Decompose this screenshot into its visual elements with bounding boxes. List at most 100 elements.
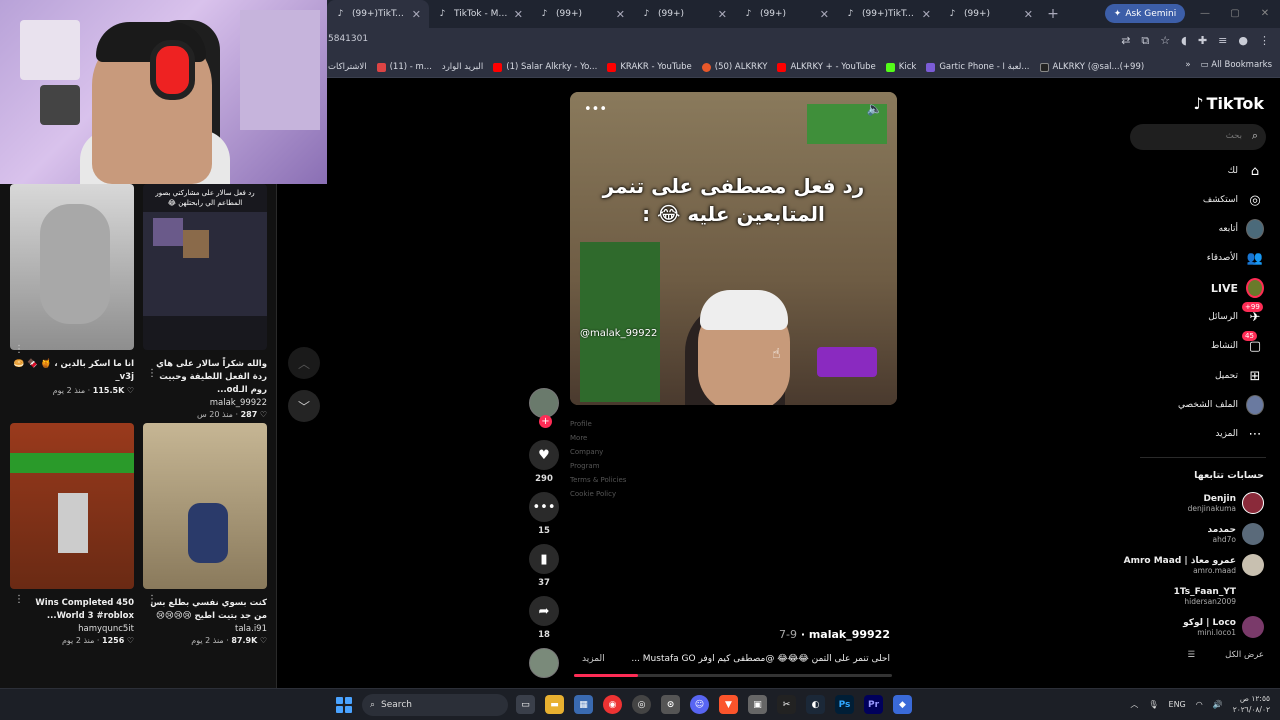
video-thumbnail[interactable] (10, 184, 134, 350)
chrome-icon[interactable]: ◉ (603, 695, 622, 714)
discord-icon[interactable]: ☺ (690, 695, 709, 714)
nav-friends[interactable]: 👥 الأصدقاء (1207, 248, 1264, 268)
nav-messages[interactable]: ✈ 99+ الرسائل (1208, 302, 1264, 327)
maximize-icon[interactable]: ▢ (1220, 0, 1250, 28)
language-indicator[interactable]: ENG (1169, 700, 1186, 709)
close-icon[interactable]: ✕ (1024, 8, 1033, 21)
app-icon[interactable]: ⊙ (661, 695, 680, 714)
bookmark-item[interactable]: Kick (885, 62, 916, 72)
music-disc[interactable] (526, 648, 562, 678)
comment-button[interactable]: ••• 15 (526, 492, 562, 536)
following-account[interactable]: لوكو | Loco mini.loco1 (1183, 616, 1264, 638)
like-button[interactable]: ♥ 290 (526, 440, 562, 484)
capcut-icon[interactable]: ✂ (777, 695, 796, 714)
clock[interactable]: ١٢:٥٥ ص ٢٠٢٦/٠٨/٠٢ (1233, 693, 1270, 715)
close-window-icon[interactable]: ✕ (1250, 0, 1280, 28)
next-video-button[interactable]: ﹀ (288, 390, 320, 422)
bookmark-item[interactable]: KRAKR - YouTube (607, 62, 692, 72)
follow-plus-icon[interactable]: + (539, 415, 552, 428)
search-icon[interactable]: ⌕ (1252, 129, 1258, 143)
taskbar-search[interactable]: ⌕ Search (362, 694, 508, 716)
video-card[interactable]: Wins Completed 450 World 3 #roblox... ha… (10, 423, 134, 645)
share-button[interactable]: ➦ 18 (526, 596, 562, 640)
video-player[interactable]: رد فعل مصطفى على تنمر المتابعين عليه 😂 :… (570, 92, 897, 405)
puzzle-icon[interactable]: ✚ (1198, 34, 1207, 48)
bookmark-item[interactable]: ALKRKY + - YouTube (777, 62, 876, 72)
share-icon[interactable]: ➦ (529, 596, 559, 626)
video-thumbnail[interactable] (143, 423, 267, 589)
see-more-link[interactable]: المزيد (582, 654, 605, 664)
save-button[interactable]: ▮ 37 (526, 544, 562, 588)
browser-tab[interactable]: ♪ (99+) ✕ (531, 0, 633, 28)
browser-tab[interactable]: ♪(99+)TikTok - M✕ (327, 0, 429, 28)
following-account[interactable]: Amro Maad | عمرو معاذ amro.maad (1124, 554, 1264, 576)
tiktok-logo[interactable]: ♪ TikTok (1193, 94, 1264, 113)
extension-icon[interactable]: ◖ (1181, 34, 1187, 48)
bookmark-item[interactable]: Gartic Phone - لعبة ا... (926, 62, 1030, 72)
author-name[interactable]: malak_99922 (809, 628, 890, 641)
bookmark-item[interactable]: (11) - m... (376, 62, 432, 72)
browser-tab[interactable]: ♪TikTok - Make Y✕ (429, 0, 531, 28)
app-icon[interactable]: ▣ (748, 695, 767, 714)
minimize-icon[interactable]: — (1190, 0, 1220, 28)
avatar[interactable]: + (529, 388, 559, 428)
close-icon[interactable]: ✕ (820, 8, 829, 21)
new-tab-button[interactable]: + (1041, 0, 1065, 28)
bookmark-item[interactable]: البريد الوارد (442, 62, 483, 72)
install-icon[interactable]: ⧉ (1141, 34, 1149, 48)
video-card[interactable]: رد فعل سالار على مشاركتي بصور المطاعم ال… (143, 184, 267, 419)
video-thumbnail[interactable] (10, 423, 134, 589)
previous-video-button[interactable]: ︿ (288, 347, 320, 379)
following-account[interactable]: حمدمد ahd7o (1208, 523, 1264, 545)
bookmark-item[interactable]: (1) Salar Alkrky - Yo... (493, 62, 597, 72)
more-options-icon[interactable]: ⋮ (14, 344, 24, 355)
wifi-icon[interactable]: ◠ (1196, 700, 1203, 709)
close-icon[interactable]: ✕ (514, 8, 523, 21)
bookmark-item[interactable]: الاشتراكات (328, 62, 367, 72)
bookmark-item[interactable]: (50) ALKRKY (701, 62, 767, 72)
media-icon[interactable]: ≡ (1218, 34, 1227, 48)
translate-icon[interactable]: ⇄ (1121, 34, 1130, 48)
premiere-icon[interactable]: Pr (864, 695, 883, 714)
more-options-icon[interactable]: ⋮ (14, 594, 24, 605)
video-card[interactable]: كنت بسوي نفسي بطلع بس من جد بتيت اطيح 😢😢… (143, 423, 267, 645)
nav-explore[interactable]: ◎ استكشف (1203, 190, 1264, 210)
store-icon[interactable]: ▦ (574, 695, 593, 714)
photoshop-icon[interactable]: Ps (835, 695, 854, 714)
microphone-icon[interactable]: 🎙 (1148, 700, 1158, 709)
bookmarks-overflow-icon[interactable]: » (1185, 60, 1190, 70)
task-view-icon[interactable]: ▭ (516, 695, 535, 714)
steam-icon[interactable]: ◐ (806, 695, 825, 714)
bookmark-item[interactable]: ALKRKY (@sal...(+99) (1039, 62, 1144, 72)
nav-profile[interactable]: الملف الشخصي (1178, 395, 1264, 415)
music-disc-icon[interactable] (529, 648, 559, 678)
video-card[interactable]: انا ما اسكر بالدين ، 🍯 🍫 🥯 v3j_ ♡ 115.5K… (10, 184, 134, 395)
profile-icon[interactable]: ● (1238, 34, 1248, 48)
video-thumbnail[interactable]: رد فعل سالار على مشاركتي بصور المطاعم ال… (143, 184, 267, 350)
menu-icon[interactable]: ⋮ (1259, 34, 1270, 48)
more-options-icon[interactable]: ⋮ (147, 368, 157, 379)
nav-upload[interactable]: ⊞ تحميل (1215, 366, 1264, 386)
star-icon[interactable]: ☆ (1160, 34, 1170, 48)
chevron-up-icon[interactable]: ︿ (1130, 699, 1138, 710)
bookmark-icon[interactable]: ▮ (529, 544, 559, 574)
browser-tab[interactable]: ♪ (99+) ✕ (939, 0, 1041, 28)
ask-gemini-button[interactable]: ✦ Ask Gemini (1105, 4, 1185, 23)
following-account[interactable]: Denjin denjinakuma (1188, 492, 1264, 514)
browser-tab[interactable]: ♪ (99+) ✕ (633, 0, 735, 28)
search-input[interactable]: بحث ⌕ (1130, 124, 1266, 150)
video-progress-bar[interactable] (574, 674, 892, 677)
all-bookmarks-button[interactable]: ▭ All Bookmarks (1201, 60, 1272, 70)
browser-tab[interactable]: ♪(99+)TikTok - M✕ (837, 0, 939, 28)
start-button[interactable] (336, 697, 352, 713)
browser-tab[interactable]: ♪ (99+) ✕ (735, 0, 837, 28)
nav-following[interactable]: أتابعه (1219, 219, 1264, 239)
volume-icon[interactable]: 🔈 (867, 102, 883, 117)
file-explorer-icon[interactable]: ▬ (545, 695, 564, 714)
more-options-icon[interactable]: ⋮ (147, 594, 157, 605)
nav-more[interactable]: ⋯ المزيد (1215, 424, 1264, 444)
url-field[interactable]: 5841301 (328, 34, 368, 44)
nav-live[interactable]: LIVE (1211, 278, 1264, 298)
more-options-icon[interactable]: ••• (584, 102, 607, 117)
obs-icon[interactable]: ◎ (632, 695, 651, 714)
